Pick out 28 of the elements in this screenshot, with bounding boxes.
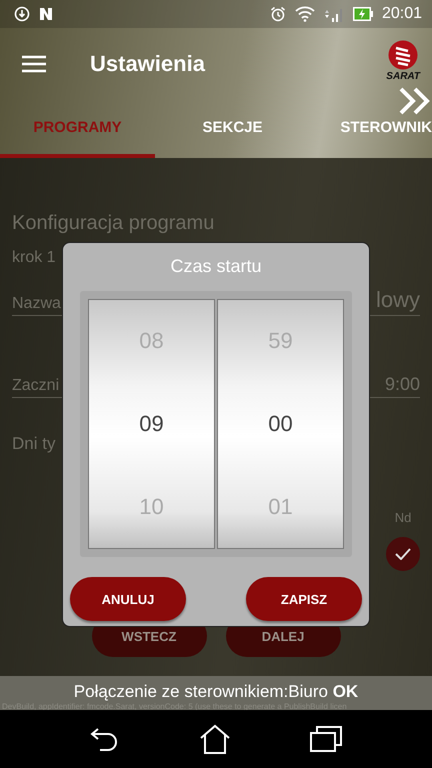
menu-icon [22,55,46,73]
battery-charging-icon [352,7,373,21]
alarm-icon [270,6,286,22]
day-checkbox[interactable] [386,537,420,571]
dialog-button[interactable]: ANULUJ [70,577,186,621]
tab[interactable]: STEROWNIK [310,100,432,158]
days-label: Dni ty [12,434,56,454]
recent-apps-icon[interactable] [310,726,342,752]
day-label: Nd [394,510,412,525]
signal-icon [324,6,344,22]
home-icon[interactable] [198,724,231,754]
step-label: krok 1 [12,249,56,267]
tab[interactable]: SEKCJE [155,100,310,158]
menu-button[interactable] [22,55,46,73]
n-icon [39,7,53,21]
back-icon[interactable] [90,726,120,752]
dialog-title: Czas startu [170,256,262,277]
chevron-right-icon[interactable] [398,86,432,116]
logo-text: SARAT [386,71,420,82]
status-time: 20:01 [382,5,422,23]
toolbar-title: Ustawienia [90,51,206,77]
logo-icon [388,40,418,70]
wifi-icon [294,6,315,22]
download-icon [14,6,30,22]
checkmark-icon [395,548,411,560]
connection-message: Połączenie ze sterownikiem:Biuro OK [74,682,358,702]
section-heading: Konfiguracja programu [12,212,214,235]
dialog-button[interactable]: ZAPISZ [246,577,362,621]
